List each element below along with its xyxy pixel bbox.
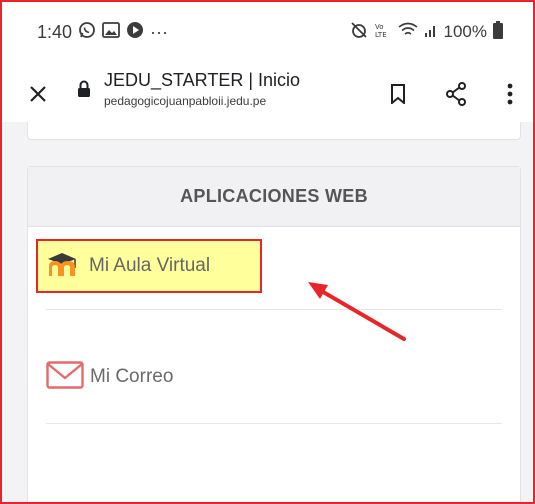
volte-icon: Vo LTE xyxy=(374,21,392,44)
bookmark-icon xyxy=(391,84,405,104)
share-button[interactable] xyxy=(438,76,474,112)
moodle-icon xyxy=(46,251,84,282)
gallery-icon xyxy=(102,21,120,43)
app-item-aula-virtual: Mi Aula Virtual xyxy=(28,235,522,293)
page-url: pedagogicojuanpabloii.jedu.pe xyxy=(104,94,267,108)
close-button[interactable] xyxy=(20,76,56,112)
correo-label: Mi Correo xyxy=(90,366,174,387)
svg-text:LTE: LTE xyxy=(375,31,387,39)
web-content: APLICACIONES WEB Mi Aula Virtual Mi Corr… xyxy=(0,122,535,504)
lock-icon[interactable] xyxy=(77,80,91,98)
alarm-mute-icon xyxy=(350,21,368,44)
wifi-icon xyxy=(398,22,418,43)
apps-card: APLICACIONES WEB Mi Aula Virtual Mi Corr… xyxy=(27,166,521,504)
app-item-correo: Mi Correo xyxy=(28,357,522,407)
custom-tab-toolbar: JEDU_STARTER | Inicio pedagogicojuanpabl… xyxy=(0,62,535,122)
status-more-indicator: ··· xyxy=(150,21,169,42)
more-vert-icon xyxy=(507,83,513,105)
svg-text:Vo: Vo xyxy=(375,23,384,31)
close-icon xyxy=(30,86,46,102)
status-time: 1:40 xyxy=(37,21,73,42)
previous-card xyxy=(27,122,521,140)
battery-icon xyxy=(493,20,503,44)
status-left: 1:40 ··· xyxy=(37,18,168,46)
correo-link[interactable]: Mi Correo xyxy=(46,357,173,397)
overflow-menu-button[interactable] xyxy=(492,76,528,112)
annotation-arrow-icon xyxy=(308,282,406,341)
apps-header: APLICACIONES WEB xyxy=(28,167,520,227)
page-title: JEDU_STARTER | Inicio xyxy=(104,70,301,90)
whatsapp-icon xyxy=(78,21,96,44)
divider xyxy=(46,423,502,424)
bookmark-button[interactable] xyxy=(380,76,416,112)
battery-level: 100% xyxy=(443,22,487,41)
status-bar: 1:40 ··· Vo LTE 100% xyxy=(0,0,535,62)
status-right: Vo LTE 100% xyxy=(350,18,503,46)
signal-icon xyxy=(424,22,438,43)
envelope-icon xyxy=(46,360,84,394)
share-icon xyxy=(446,82,466,106)
play-icon xyxy=(126,21,144,44)
divider xyxy=(46,309,502,310)
aula-virtual-link[interactable]: Mi Aula Virtual xyxy=(36,239,262,293)
aula-virtual-label: Mi Aula Virtual xyxy=(89,255,211,276)
title-block[interactable]: JEDU_STARTER | Inicio pedagogicojuanpabl… xyxy=(104,68,300,110)
